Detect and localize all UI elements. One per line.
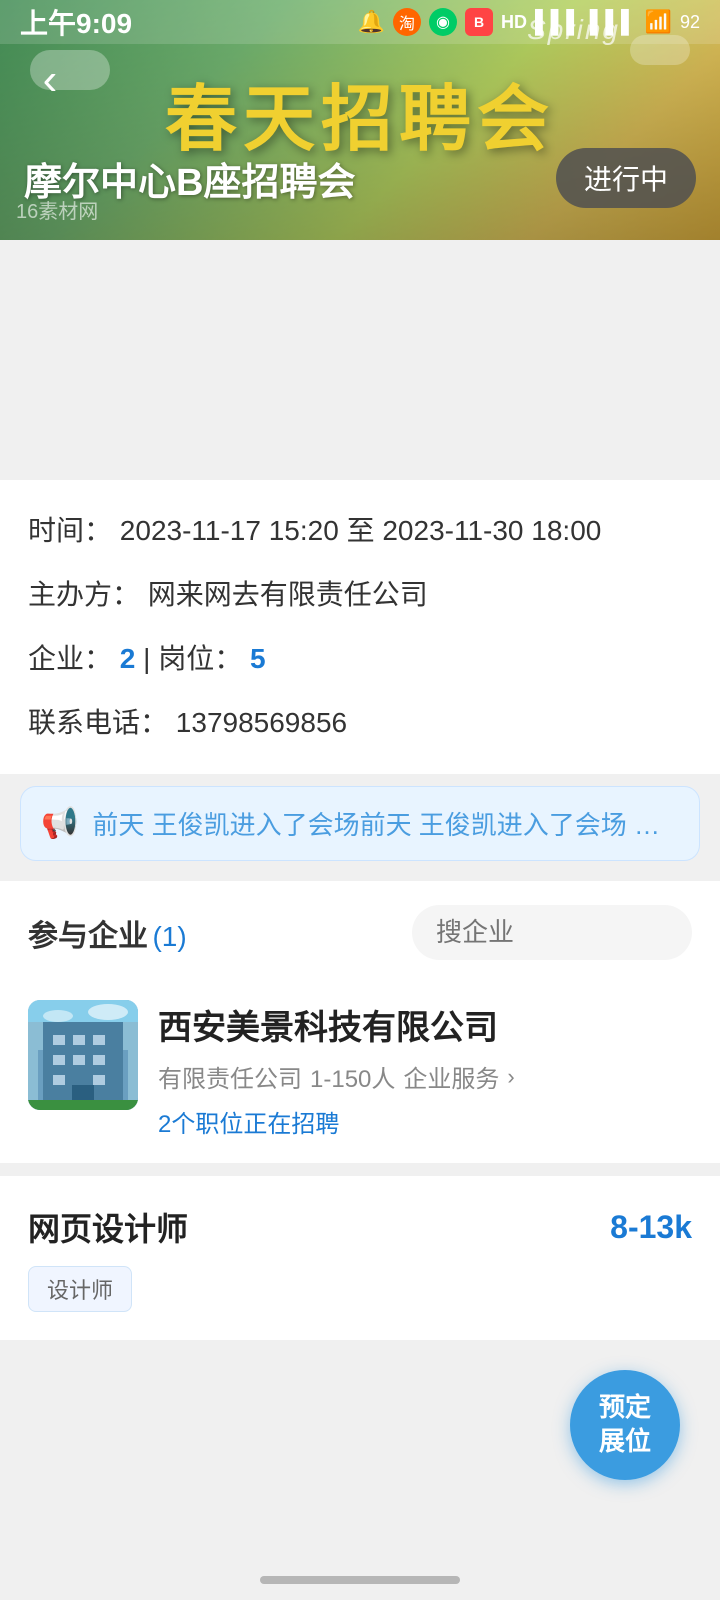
- speaker-icon: 📢: [41, 806, 78, 841]
- wifi-icon: 📶: [645, 9, 672, 35]
- company-info: 西安美景科技有限公司 有限责任公司 1-150人 企业服务 › 2个职位正在招聘: [158, 1000, 692, 1139]
- organizer-label: 主办方：: [28, 579, 140, 610]
- contact-value: 13798569856: [176, 707, 347, 738]
- company-search-input[interactable]: [412, 905, 692, 960]
- fab-reserve-button[interactable]: 预定 展位: [570, 1370, 680, 1480]
- main-content: 时间： 2023-11-17 15:20 至 2023-11-30 18:00 …: [0, 480, 720, 1340]
- company-detail-arrow[interactable]: ›: [507, 1064, 514, 1090]
- app2-icon: ◉: [429, 8, 457, 36]
- companies-section: 参与企业 (1): [0, 881, 720, 1340]
- company-logo-svg: [28, 1000, 138, 1110]
- job-salary: 8-13k: [610, 1209, 692, 1246]
- company-name: 西安美景科技有限公司: [158, 1000, 692, 1049]
- organizer-row: 主办方： 网来网去有限责任公司: [28, 574, 692, 616]
- title-row: 摩尔中心B座招聘会 进行中: [0, 148, 720, 208]
- company-logo: [28, 1000, 138, 1110]
- job-title: 网页设计师: [28, 1204, 188, 1250]
- hd-icon: HD: [501, 12, 527, 33]
- job-header-row: 网页设计师 8-13k: [28, 1204, 692, 1250]
- contact-row: 联系电话： 13798569856: [28, 702, 692, 744]
- enterprise-row: 企业： 2 | 岗位： 5: [28, 638, 692, 680]
- back-button[interactable]: ‹: [20, 50, 80, 110]
- announcement-bar: 📢 前天 王俊凯进入了会场前天 王俊凯进入了会场 前天: [20, 786, 700, 861]
- position-count: 5: [250, 643, 266, 674]
- pipe-separator: |: [143, 643, 158, 674]
- companies-header: 参与企业 (1): [0, 881, 720, 976]
- boss-icon: B: [465, 8, 493, 36]
- job-listing[interactable]: 网页设计师 8-13k 设计师: [0, 1175, 720, 1340]
- info-card: 时间： 2023-11-17 15:20 至 2023-11-30 18:00 …: [0, 480, 720, 774]
- taobao-icon: 淘: [393, 8, 421, 36]
- job-tags: 设计师: [28, 1266, 692, 1312]
- notification-icon: 🔔: [358, 9, 385, 35]
- company-type: 有限责任公司: [158, 1059, 302, 1094]
- companies-section-title: 参与企业: [28, 920, 148, 953]
- time-row: 时间： 2023-11-17 15:20 至 2023-11-30 18:00: [28, 510, 692, 552]
- signal-icon: ▌▌▌: [535, 9, 582, 35]
- home-indicator: [260, 1576, 460, 1584]
- page-title: 摩尔中心B座招聘会: [24, 151, 355, 206]
- companies-count: (1): [152, 921, 186, 952]
- position-label: 岗位：: [158, 643, 242, 674]
- back-icon: ‹: [43, 55, 58, 105]
- company-jobs: 2个职位正在招聘: [158, 1104, 692, 1139]
- organizer-value: 网来网去有限责任公司: [148, 579, 428, 610]
- enterprise-count: 2: [120, 643, 136, 674]
- job-tag-0: 设计师: [28, 1266, 132, 1312]
- company-meta: 有限责任公司 1-150人 企业服务 ›: [158, 1059, 692, 1094]
- time-label: 时间：: [28, 515, 112, 546]
- company-card[interactable]: 西安美景科技有限公司 有限责任公司 1-150人 企业服务 › 2个职位正在招聘: [0, 976, 720, 1163]
- time-value: 2023-11-17 15:20 至 2023-11-30 18:00: [120, 515, 602, 546]
- contact-label: 联系电话：: [28, 707, 168, 738]
- company-industry: 企业服务: [403, 1059, 499, 1094]
- enterprise-label: 企业：: [28, 643, 112, 674]
- fab-label: 预定 展位: [599, 1391, 651, 1459]
- companies-title-group: 参与企业 (1): [28, 911, 187, 955]
- status-badge: 进行中: [556, 148, 696, 208]
- status-icons: 🔔 淘 ◉ B HD ▌▌▌ ▌▌▌ 📶 92: [358, 8, 700, 36]
- announcement-text: 前天 王俊凯进入了会场前天 王俊凯进入了会场 前天: [92, 805, 679, 842]
- status-time: 上午9:09: [20, 2, 132, 42]
- mobile-signal-icon: ▌▌▌: [590, 9, 637, 35]
- battery-icon: 92: [680, 12, 700, 33]
- status-bar: 上午9:09 🔔 淘 ◉ B HD ▌▌▌ ▌▌▌ 📶 92: [0, 0, 720, 44]
- company-size: 1-150人: [310, 1059, 395, 1094]
